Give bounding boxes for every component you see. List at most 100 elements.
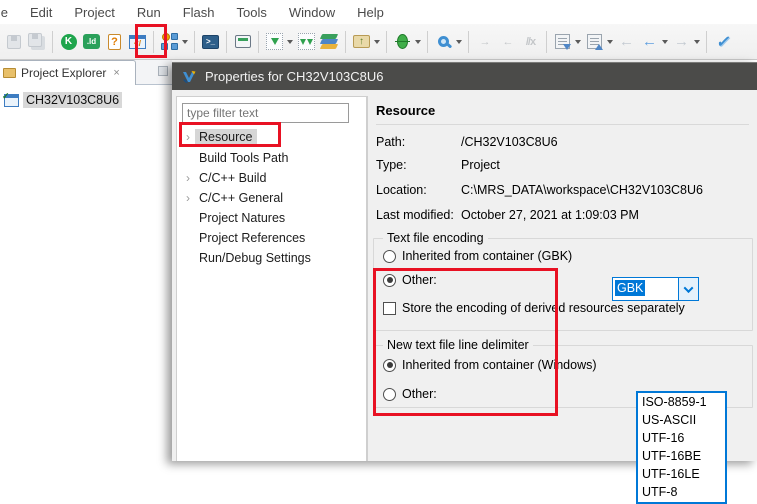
combo-dropdown-button[interactable] <box>678 278 698 300</box>
dropdown-option-utf-16[interactable]: UTF-16 <box>638 429 725 447</box>
project-icon <box>2 91 19 107</box>
previous-annotation-dropdown-icon[interactable] <box>607 39 613 44</box>
menu-tools[interactable]: Tools <box>225 1 277 24</box>
menu-edit[interactable]: Edit <box>19 1 63 24</box>
dialog-tree-panel: › Resource Build Tools Path › C/C++ Buil… <box>176 96 367 461</box>
dialog-title: Properties for CH32V103C8U6 <box>205 69 384 84</box>
path-row: Path: /CH32V103C8U6 <box>376 135 558 149</box>
toolbar-separator <box>153 30 154 53</box>
dropdown-option-utf-8[interactable]: UTF-8 <box>638 483 725 501</box>
tab-close-icon[interactable]: × <box>113 67 119 79</box>
store-encoding-checkbox-row[interactable]: Store the encoding of derived resources … <box>383 301 685 315</box>
main-toolbar: K .ld ? </ >_ ↑ → ← //x ← ← → ✓ <box>0 24 757 60</box>
dialog-title-bar[interactable]: Properties for CH32V103C8U6 <box>172 62 757 90</box>
menu-flash[interactable]: Flash <box>172 1 226 24</box>
console-icon[interactable] <box>232 31 253 52</box>
checkbox-icon[interactable] <box>383 301 396 315</box>
previous-annotation-icon[interactable] <box>584 31 605 52</box>
chevron-right-icon[interactable]: › <box>181 191 195 205</box>
open-archive-dropdown-icon[interactable] <box>374 39 380 44</box>
view-minimize-icon[interactable] <box>158 66 168 76</box>
tree-item-project[interactable]: CH32V103C8U6 <box>0 91 172 109</box>
menu-help[interactable]: Help <box>346 1 395 24</box>
debug-dropdown-icon[interactable] <box>415 39 421 44</box>
filter-input[interactable] <box>182 103 349 123</box>
tab-project-explorer[interactable]: Project Explorer × <box>0 60 136 85</box>
properties-dialog: Properties for CH32V103C8U6 › Resource B… <box>172 62 757 504</box>
build-config-dropdown-icon[interactable] <box>182 39 188 44</box>
tree-item-project-references[interactable]: Project References <box>177 228 366 248</box>
save-icon[interactable] <box>3 31 24 52</box>
terminal-icon[interactable]: >_ <box>200 31 221 52</box>
chevron-right-icon[interactable]: › <box>181 130 195 144</box>
menu-bar: File Edit Project Run Flash Tools Window… <box>0 0 757 24</box>
menu-run[interactable]: Run <box>126 1 172 24</box>
debug-bug-icon[interactable] <box>392 31 413 52</box>
toolbar-separator <box>427 30 428 53</box>
dropdown-option-iso-8859-1[interactable]: ISO-8859-1 <box>638 393 725 411</box>
linker-script-icon[interactable]: .ld <box>81 31 102 52</box>
other-encoding-radio-row[interactable]: Other: <box>383 273 437 287</box>
shift-left-icon[interactable]: ← <box>497 31 518 52</box>
download-icon[interactable] <box>264 31 285 52</box>
shift-right-icon[interactable]: → <box>474 31 495 52</box>
tree-item-cpp-general[interactable]: › C/C++ General <box>177 188 366 208</box>
radio-selected-icon[interactable] <box>383 273 396 287</box>
tree-item-project-natures[interactable]: Project Natures <box>177 208 366 228</box>
dropdown-option-us-ascii[interactable]: US-ASCII <box>638 411 725 429</box>
dropdown-option-utf-16be[interactable]: UTF-16BE <box>638 447 725 465</box>
tree-item-build-tools-path[interactable]: Build Tools Path <box>177 148 366 168</box>
save-all-icon[interactable] <box>26 31 47 52</box>
toolbar-separator <box>468 30 469 53</box>
inherited-encoding-radio-row[interactable]: Inherited from container (GBK) <box>383 249 572 263</box>
combo-selected-value: GBK <box>615 280 646 296</box>
menu-file[interactable]: File <box>0 1 19 24</box>
next-annotation-icon[interactable] <box>552 31 573 52</box>
toolbar-separator <box>706 30 707 53</box>
radio-unselected-icon[interactable] <box>383 249 396 263</box>
mounriver-logo-icon <box>183 70 196 83</box>
type-row: Type: Project <box>376 158 500 172</box>
tree-item-resource[interactable]: › Resource <box>177 127 366 147</box>
page-title: Resource <box>376 103 436 118</box>
stack-layers-icon[interactable] <box>319 31 340 52</box>
project-explorer-icon <box>3 68 16 78</box>
location-row: Location: C:\MRS_DATA\workspace\CH32V103… <box>376 183 703 197</box>
search-dropdown-icon[interactable] <box>456 39 462 44</box>
tree-item-cpp-build[interactable]: › C/C++ Build <box>177 168 366 188</box>
toolchain-icon[interactable]: K <box>58 31 79 52</box>
inherited-delimiter-radio-row[interactable]: Inherited from container (Windows) <box>383 358 597 372</box>
radio-selected-icon[interactable] <box>383 358 396 372</box>
toggle-comment-icon[interactable]: //x <box>520 31 541 52</box>
menu-window[interactable]: Window <box>278 1 346 24</box>
tree-item-run-debug-settings[interactable]: Run/Debug Settings <box>177 248 366 268</box>
download-all-icon[interactable] <box>296 31 317 52</box>
code-window-icon[interactable]: </ <box>127 31 148 52</box>
radio-unselected-icon[interactable] <box>383 387 396 401</box>
other-delimiter-radio-row[interactable]: Other: <box>383 387 437 401</box>
next-annotation-dropdown-icon[interactable] <box>575 39 581 44</box>
toolbar-separator <box>546 30 547 53</box>
modified-value: October 27, 2021 at 1:09:03 PM <box>461 208 639 222</box>
project-tree: CH32V103C8U6 <box>0 86 172 461</box>
encoding-combobox[interactable]: GBK <box>612 277 699 301</box>
last-edit-location-icon[interactable]: ← <box>616 31 637 52</box>
open-archive-icon[interactable]: ↑ <box>351 31 372 52</box>
encoding-dropdown-list: ISO-8859-1 US-ASCII UTF-16 UTF-16BE UTF-… <box>636 391 727 504</box>
menu-project[interactable]: Project <box>63 1 125 24</box>
explorer-tab-row: Project Explorer × <box>0 60 172 85</box>
download-dropdown-icon[interactable] <box>287 39 293 44</box>
build-config-icon[interactable] <box>159 31 180 52</box>
forward-icon[interactable]: → <box>671 31 692 52</box>
search-icon[interactable] <box>433 31 454 52</box>
mark-done-icon[interactable]: ✓ <box>712 31 733 52</box>
back-icon[interactable]: ← <box>639 31 660 52</box>
help-doc-icon[interactable]: ? <box>104 31 125 52</box>
forward-dropdown-icon[interactable] <box>694 39 700 44</box>
toolbar-separator <box>194 30 195 53</box>
toolbar-separator <box>386 30 387 53</box>
dropdown-option-utf-16le[interactable]: UTF-16LE <box>638 465 725 483</box>
chevron-right-icon[interactable]: › <box>181 171 195 185</box>
path-value: /CH32V103C8U6 <box>461 135 558 149</box>
back-dropdown-icon[interactable] <box>662 39 668 44</box>
